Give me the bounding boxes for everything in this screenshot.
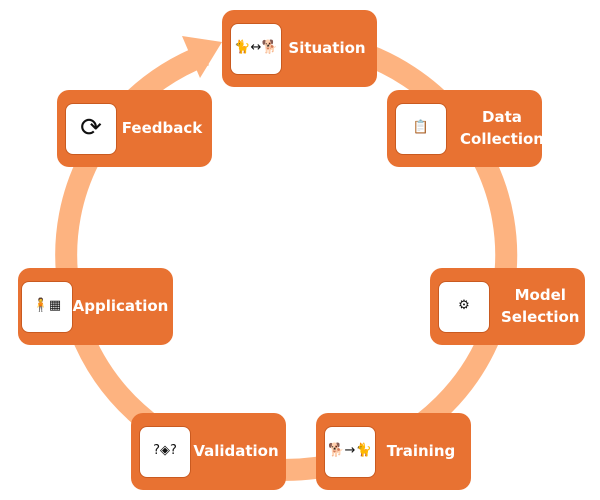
step-label: Training bbox=[386, 441, 456, 460]
feedback-cycle-icon: ⟳ bbox=[66, 103, 116, 154]
application-person-icon: 🧍▦ bbox=[22, 281, 72, 332]
step-label: Feedback bbox=[121, 118, 203, 137]
step-label: Application bbox=[72, 296, 169, 315]
step-label: Data Collection bbox=[460, 107, 544, 148]
step-feedback: ⟳ Feedback bbox=[57, 90, 212, 167]
validation-chip-icon: ?◈? bbox=[140, 426, 190, 477]
cat-dog-icon: 🐈↔🐕 bbox=[231, 23, 281, 74]
clipboard-icon: 📋 bbox=[396, 103, 446, 154]
step-application: 🧍▦ Application bbox=[18, 268, 173, 345]
step-data-collection: 📋 Data Collection bbox=[387, 90, 544, 167]
dog-to-cat-icon: 🐕→🐈 bbox=[325, 426, 375, 477]
step-validation: ?◈? Validation bbox=[131, 413, 286, 490]
step-label: Situation bbox=[288, 38, 366, 57]
step-label: Model Selection bbox=[501, 285, 580, 326]
step-model-selection: ⚙ Model Selection bbox=[430, 268, 585, 345]
step-situation: 🐈↔🐕 Situation bbox=[222, 10, 377, 87]
step-label: Validation bbox=[193, 441, 279, 460]
model-network-icon: ⚙ bbox=[439, 281, 489, 332]
step-training: 🐕→🐈 Training bbox=[316, 413, 471, 490]
